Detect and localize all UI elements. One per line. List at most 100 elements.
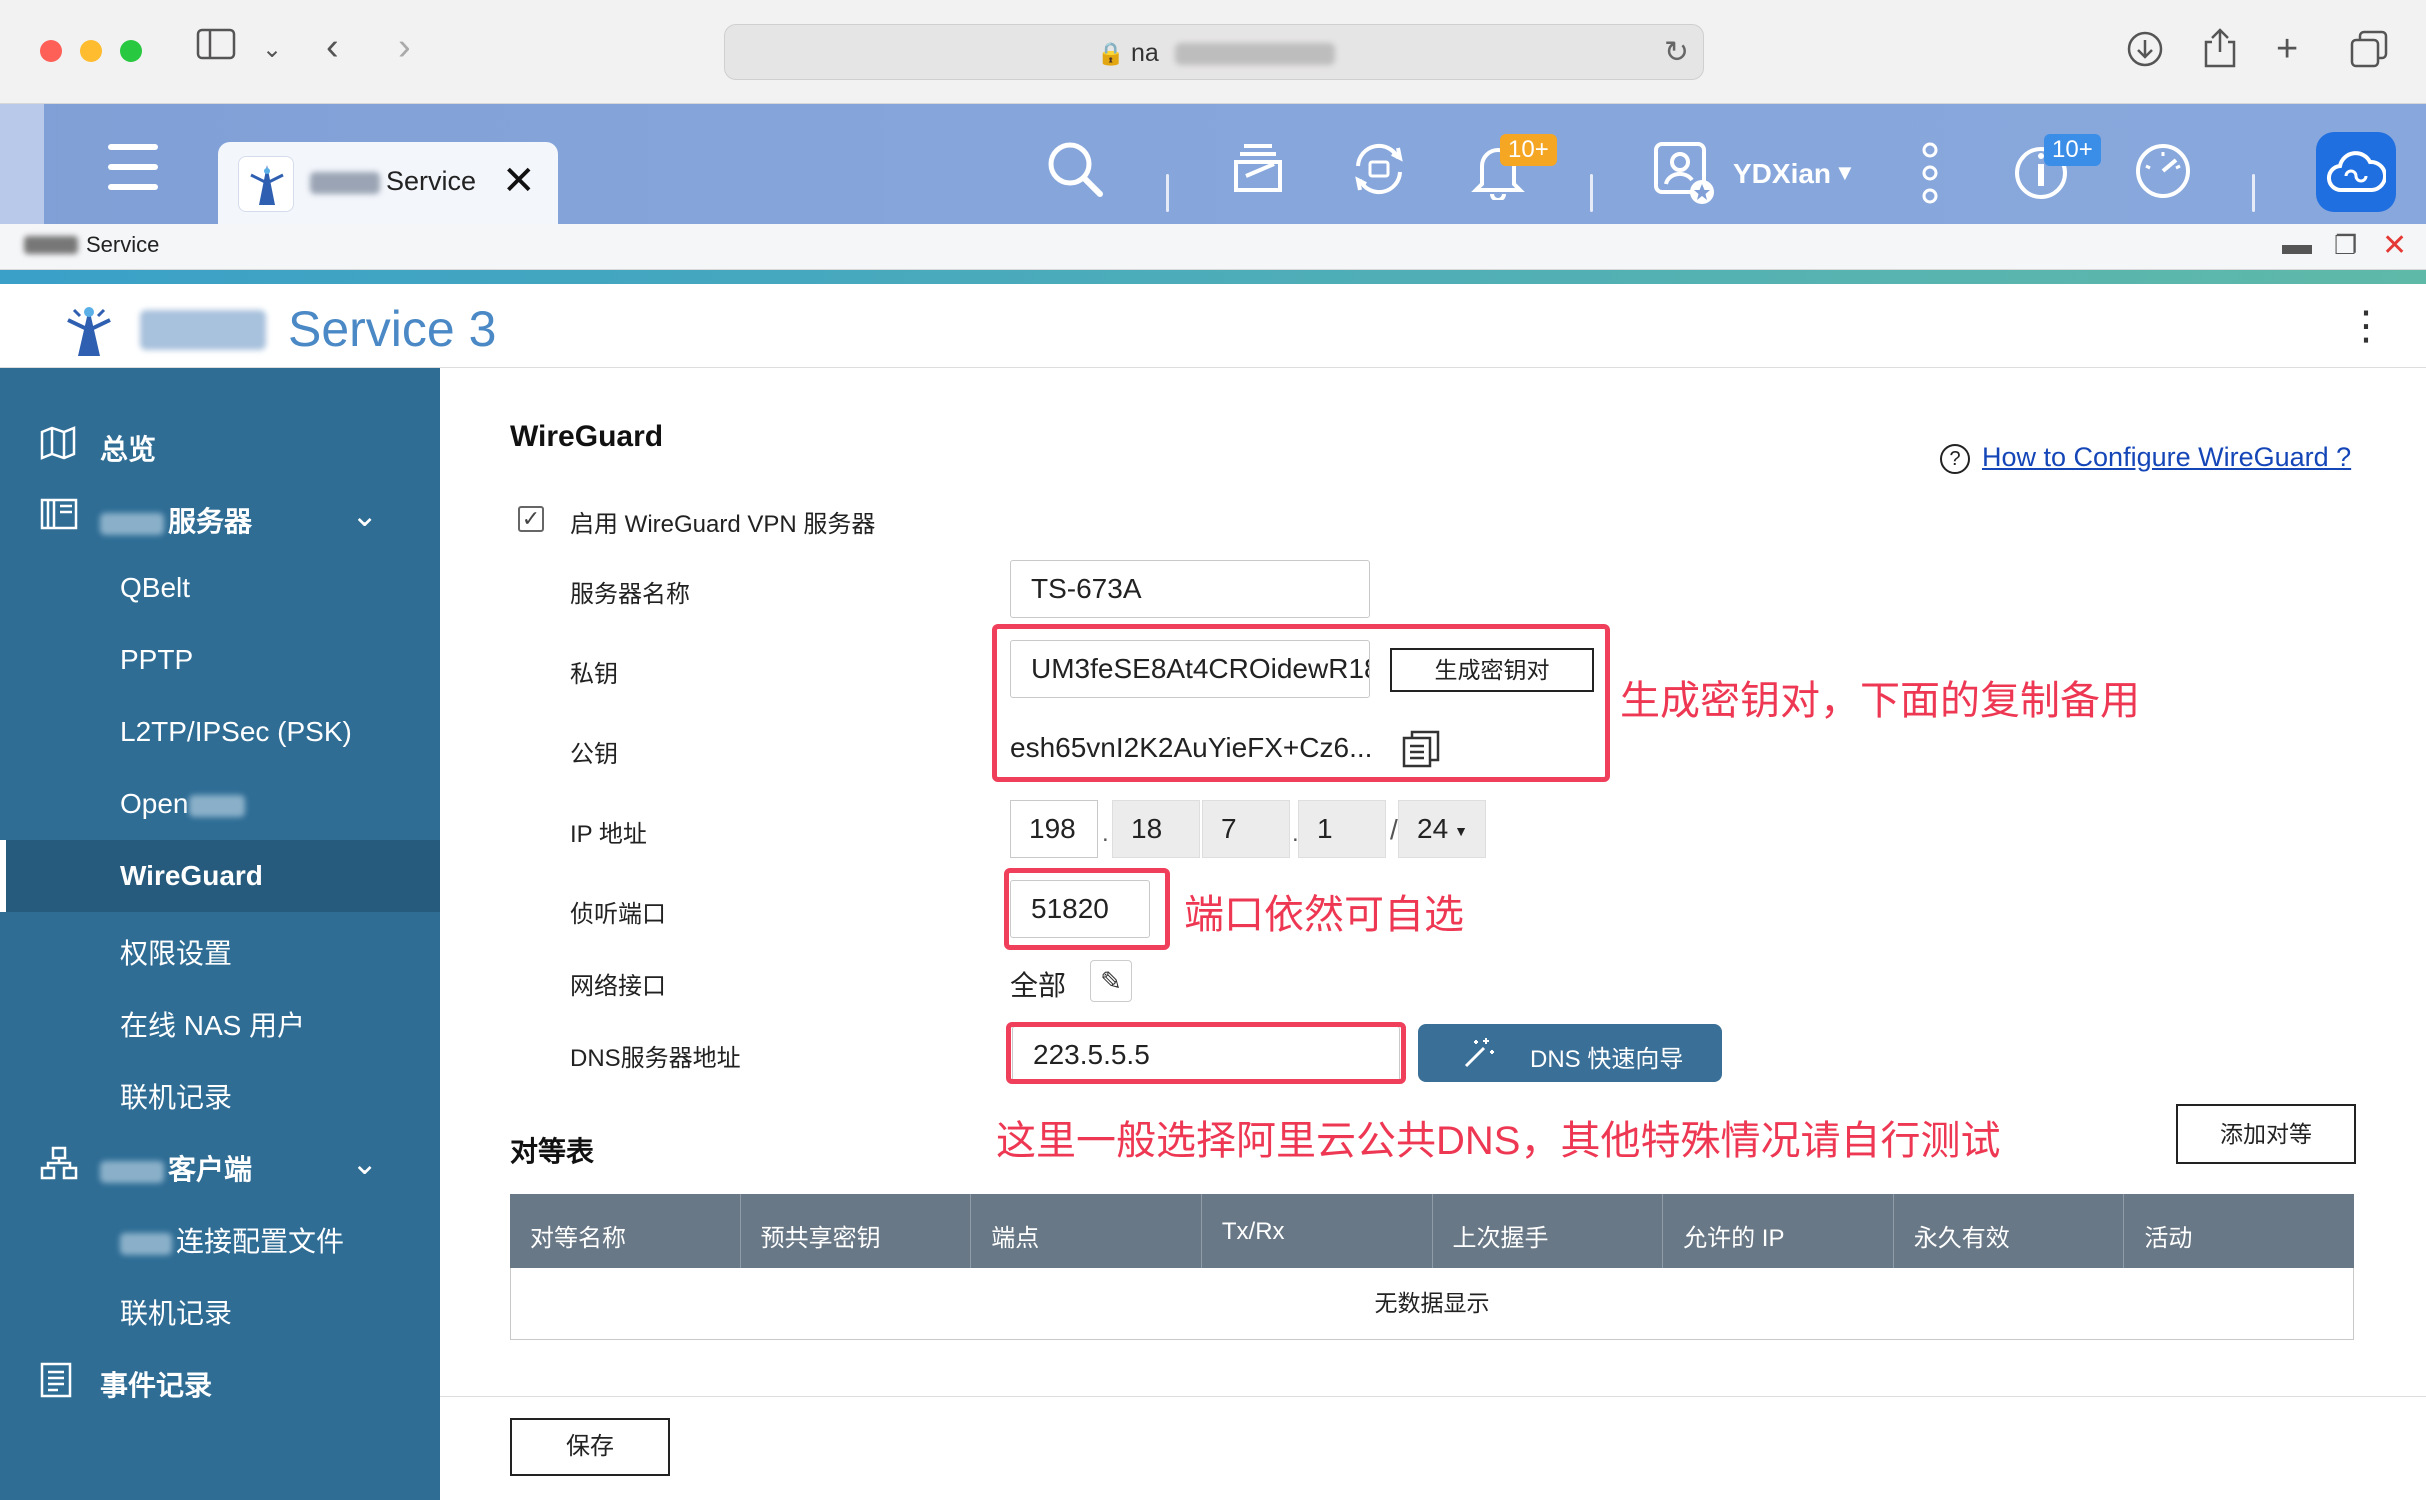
forward-icon[interactable]: › bbox=[398, 28, 411, 66]
sidebar-item-online-users[interactable]: 在线 NAS 用户 bbox=[0, 984, 440, 1056]
sidebar-item-vpn-client[interactable]: 客户端 ⌄ bbox=[0, 1128, 440, 1200]
chevron-down-icon[interactable]: ⌄ bbox=[262, 38, 282, 62]
dns-wizard-button[interactable]: DNS 快速向导 bbox=[1418, 1024, 1722, 1082]
sidebar-item-l2tp[interactable]: L2TP/IPSec (PSK) bbox=[0, 696, 440, 768]
qts-taskbar: Service ✕ 10+ YDXian ▼ 10+ bbox=[0, 104, 2426, 224]
reload-icon[interactable]: ↻ bbox=[1664, 35, 1689, 70]
more-options-icon[interactable] bbox=[1920, 142, 1940, 213]
sidebar-item-connection-log[interactable]: 联机记录 bbox=[0, 1056, 440, 1128]
column-preshared-key[interactable]: 预共享密钥 bbox=[741, 1194, 972, 1268]
sidebar-item-label: 联机记录 bbox=[120, 1082, 233, 1113]
dns-annotation: 这里一般选择阿里云公共DNS，其他特殊情况请自行测试 bbox=[996, 1119, 2001, 1163]
address-bar[interactable]: 🔒 na ↻ bbox=[724, 24, 1704, 80]
dns-highlight-box bbox=[1006, 1022, 1406, 1084]
sidebar: 总览 服务器 ⌄ QBelt PPTP L2TP/IPSec (PSK) Ope… bbox=[0, 368, 440, 1500]
sidebar-item-label: 联机记录 bbox=[120, 1298, 233, 1329]
sidebar-item-client-connection-log[interactable]: 联机记录 bbox=[0, 1272, 440, 1344]
help-link[interactable]: How to Configure WireGuard ? bbox=[1982, 442, 2351, 473]
network-interface-label: 网络接口 bbox=[570, 973, 666, 1000]
add-peer-button[interactable]: 添加对等 bbox=[2176, 1104, 2356, 1164]
peer-table-header: 对等名称 预共享密钥 端点 Tx/Rx 上次握手 允许的 IP 永久有效 活动 bbox=[510, 1194, 2354, 1268]
ip-octet-2[interactable]: 18 bbox=[1112, 800, 1200, 858]
qvpn-logo-icon bbox=[58, 298, 120, 360]
redacted-text bbox=[100, 1160, 164, 1183]
myqnapcloud-icon[interactable] bbox=[2316, 132, 2396, 212]
network-icon bbox=[40, 1146, 78, 1186]
new-tab-icon[interactable]: + bbox=[2276, 30, 2298, 68]
column-tx-rx[interactable]: Tx/Rx bbox=[1202, 1194, 1433, 1268]
save-button[interactable]: 保存 bbox=[510, 1418, 670, 1476]
close-window-icon[interactable]: ✕ bbox=[2382, 228, 2407, 263]
sidebar-item-vpn-server[interactable]: 服务器 ⌄ bbox=[0, 480, 440, 552]
sidebar-item-wireguard[interactable]: WireGuard bbox=[0, 840, 440, 912]
back-icon[interactable]: ‹ bbox=[326, 28, 339, 66]
share-icon[interactable] bbox=[2202, 26, 2238, 75]
ip-octet-4[interactable]: 1 bbox=[1298, 800, 1386, 858]
sidebar-item-connection-profiles[interactable]: 连接配置文件 bbox=[0, 1200, 440, 1272]
taskbar-divider bbox=[1166, 174, 1169, 212]
main-menu-icon[interactable] bbox=[108, 144, 158, 198]
user-admin-icon[interactable] bbox=[1652, 140, 1716, 215]
server-name-label: 服务器名称 bbox=[570, 581, 690, 608]
help-icon[interactable]: ? bbox=[1940, 444, 1970, 474]
column-active[interactable]: 活动 bbox=[2124, 1194, 2354, 1268]
app-tab-qvpn[interactable]: Service ✕ bbox=[218, 142, 558, 224]
close-icon[interactable]: ✕ bbox=[502, 158, 536, 204]
ip-octet-3[interactable]: 7 bbox=[1202, 800, 1290, 858]
sidebar-item-overview[interactable]: 总览 bbox=[0, 408, 440, 480]
minimize-window-button[interactable] bbox=[80, 40, 102, 62]
keys-annotation: 生成密钥对，下面的复制备用 bbox=[1620, 679, 2140, 723]
resource-monitor-icon[interactable] bbox=[2132, 140, 2194, 207]
app-more-icon[interactable]: ⋮ bbox=[2346, 306, 2386, 346]
enable-wireguard-checkbox[interactable]: ✓ bbox=[518, 506, 544, 532]
user-name[interactable]: YDXian bbox=[1733, 158, 1831, 190]
public-key-label: 公钥 bbox=[570, 741, 618, 768]
zoom-window-button[interactable] bbox=[120, 40, 142, 62]
tab-overview-icon[interactable] bbox=[2350, 30, 2388, 75]
app-title: Service 3 bbox=[288, 301, 497, 357]
user-menu-chevron-icon[interactable]: ▼ bbox=[1834, 162, 1856, 184]
column-endpoint[interactable]: 端点 bbox=[971, 1194, 1202, 1268]
ip-separator: . bbox=[1102, 820, 1109, 847]
ip-mask-select[interactable]: 24 ▼ bbox=[1398, 800, 1486, 858]
qvpn-app-icon bbox=[238, 156, 294, 212]
sidebar-item-label-wrap: Open bbox=[120, 788, 249, 820]
taskbar-edge bbox=[0, 104, 44, 224]
chevron-down-icon[interactable]: ⌄ bbox=[351, 496, 378, 534]
lock-icon: 🔒 bbox=[1097, 41, 1125, 66]
chevron-down-icon[interactable]: ⌄ bbox=[351, 1144, 378, 1182]
download-icon[interactable] bbox=[2126, 30, 2164, 75]
dropdown-caret-icon: ▼ bbox=[1454, 822, 1469, 839]
app-tab-title: Service bbox=[386, 166, 477, 196]
sidebar-item-label: 事件记录 bbox=[100, 1370, 213, 1401]
keys-highlight-box bbox=[992, 624, 1610, 782]
sidebar-item-permissions[interactable]: 权限设置 bbox=[0, 912, 440, 984]
maximize-icon[interactable]: ❐ bbox=[2334, 230, 2357, 261]
background-tasks-icon[interactable] bbox=[1230, 140, 1286, 203]
server-name-input[interactable]: TS-673A bbox=[1010, 560, 1370, 618]
close-window-button[interactable] bbox=[40, 40, 62, 62]
sidebar-item-label: 连接配置文件 bbox=[176, 1226, 345, 1257]
sidebar-item-label: L2TP/IPSec (PSK) bbox=[120, 716, 352, 747]
sidebar-item-label: Open bbox=[120, 788, 189, 819]
edit-icon[interactable]: ✎ bbox=[1090, 960, 1132, 1002]
column-last-handshake[interactable]: 上次握手 bbox=[1433, 1194, 1664, 1268]
footer-divider bbox=[440, 1396, 2426, 1397]
main-content: WireGuard ? How to Configure WireGuard ?… bbox=[440, 368, 2426, 1500]
sidebar-item-label: WireGuard bbox=[120, 860, 263, 891]
ip-octet-1[interactable]: 198 bbox=[1010, 800, 1098, 858]
sync-icon[interactable] bbox=[1348, 140, 1410, 207]
sidebar-item-qbelt[interactable]: QBelt bbox=[0, 552, 440, 624]
search-icon[interactable] bbox=[1046, 140, 1104, 207]
sidebar-item-openvpn[interactable]: Open bbox=[0, 768, 440, 840]
minimize-icon[interactable]: ▬ bbox=[2282, 228, 2312, 262]
column-allowed-ip[interactable]: 允许的 IP bbox=[1663, 1194, 1894, 1268]
sidebar-item-pptp[interactable]: PPTP bbox=[0, 624, 440, 696]
sidebar-toggle-icon[interactable] bbox=[196, 28, 236, 67]
redacted-text bbox=[100, 512, 164, 535]
column-persistent[interactable]: 永久有效 bbox=[1894, 1194, 2125, 1268]
ip-mask-separator: / bbox=[1390, 814, 1398, 845]
column-peer-name[interactable]: 对等名称 bbox=[510, 1194, 741, 1268]
sidebar-item-event-log[interactable]: 事件记录 bbox=[0, 1344, 440, 1416]
network-interface-value: 全部 bbox=[1010, 970, 1067, 1001]
